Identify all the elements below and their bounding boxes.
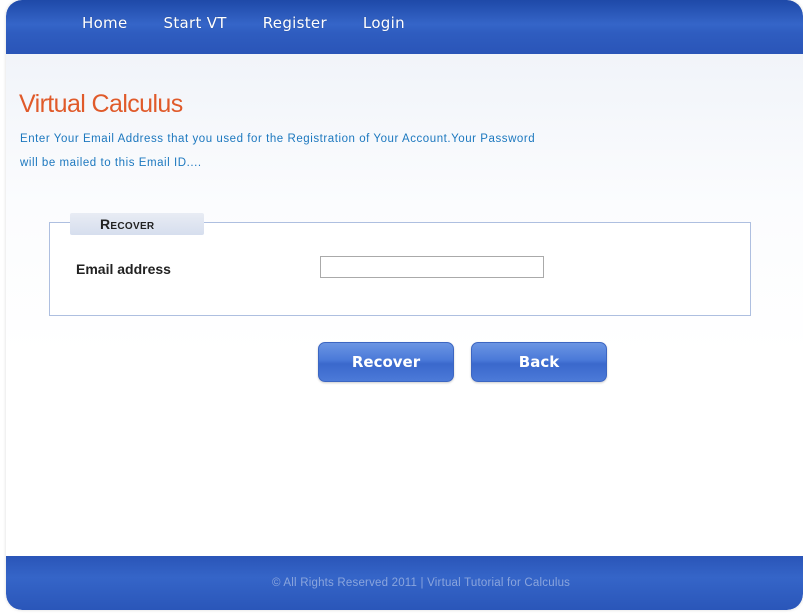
back-button[interactable]: Back: [471, 342, 607, 382]
nav-link-register[interactable]: Register: [263, 14, 327, 32]
recover-legend: Recover: [70, 213, 204, 235]
instructions-line-1: Enter Your Email Address that you used f…: [20, 133, 536, 145]
nav-link-start-vt[interactable]: Start VT: [164, 14, 227, 32]
top-navbar: Home Start VT Register Login: [6, 0, 803, 54]
nav-menu: Home Start VT Register Login: [82, 14, 441, 32]
recover-legend-label: Recover: [100, 216, 155, 232]
main-content: Virtual Calculus Enter Your Email Addres…: [6, 54, 803, 556]
email-label: Email address: [76, 261, 171, 277]
nav-link-home[interactable]: Home: [82, 14, 128, 32]
recover-fieldset: Recover Email address: [49, 213, 751, 316]
footer: © All Rights Reserved 2011 | Virtual Tut…: [6, 556, 803, 610]
instructions-line-2: will be mailed to this Email ID....: [20, 157, 202, 169]
email-input[interactable]: [320, 256, 544, 278]
nav-link-login[interactable]: Login: [363, 14, 405, 32]
page-title: Virtual Calculus: [19, 90, 183, 118]
footer-copyright: © All Rights Reserved 2011 | Virtual Tut…: [272, 577, 571, 589]
recover-button[interactable]: Recover: [318, 342, 454, 382]
page-frame: Home Start VT Register Login Virtual Cal…: [6, 0, 803, 610]
instructions-text: Enter Your Email Address that you used f…: [20, 127, 800, 175]
